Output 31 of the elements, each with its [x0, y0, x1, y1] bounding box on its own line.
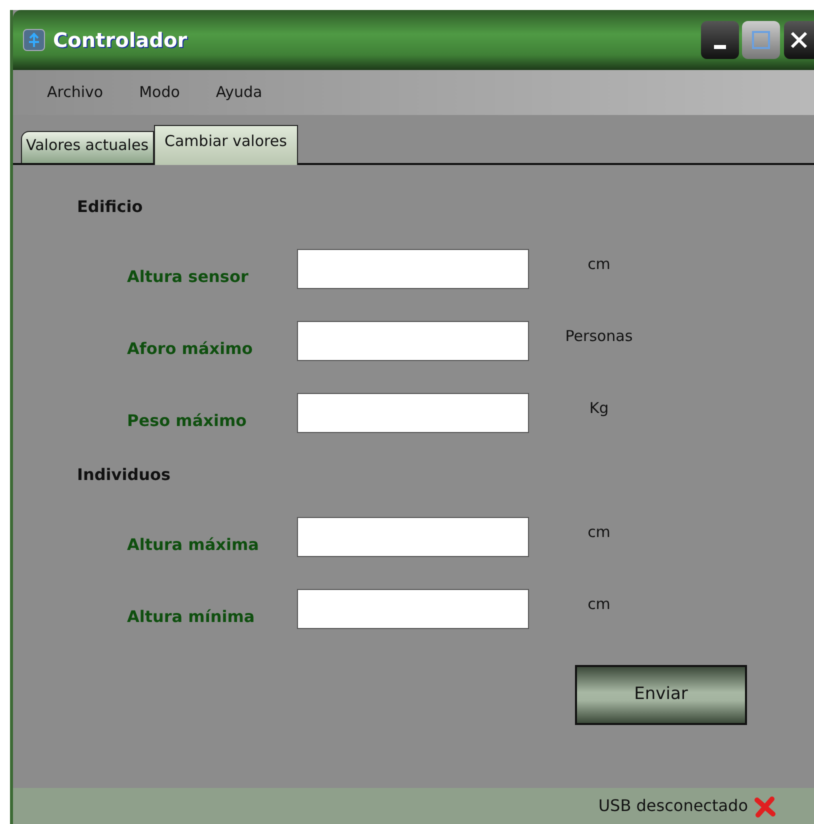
tab[interactable]: Cambiar valores	[154, 125, 298, 165]
unit-label: Personas	[564, 326, 634, 347]
field-label: Aforo máximo	[126, 338, 254, 360]
input-field[interactable]	[297, 321, 529, 361]
submit-button[interactable]: Enviar	[575, 665, 747, 725]
menu-item[interactable]: Ayuda	[216, 81, 262, 104]
close-icon	[789, 30, 809, 50]
field-label: Peso máximo	[126, 410, 248, 432]
tab[interactable]: Valores actuales	[21, 131, 154, 163]
field-label: Altura sensor	[126, 266, 250, 288]
unit-label: cm	[586, 254, 612, 275]
section-heading: Edificio	[77, 196, 144, 218]
unit-label: cm	[586, 594, 612, 615]
menu-item[interactable]: Modo	[139, 81, 180, 104]
menu-item[interactable]: Archivo	[47, 81, 104, 104]
input-field[interactable]	[297, 393, 529, 433]
section-heading: Individuos	[77, 464, 172, 486]
status-text: USB desconectado	[598, 795, 748, 817]
maximize-icon	[751, 30, 772, 50]
unit-label: Kg	[588, 398, 610, 419]
field-label: Altura mínima	[126, 606, 256, 628]
close-button[interactable]	[784, 21, 814, 59]
minimize-icon	[714, 45, 726, 49]
input-field[interactable]	[297, 589, 529, 629]
input-field[interactable]	[297, 517, 529, 557]
input-field[interactable]	[297, 249, 529, 289]
window-title: Controlador	[53, 27, 188, 54]
field-label: Altura máxima	[126, 534, 260, 556]
app-icon	[23, 29, 45, 51]
unit-label: cm	[586, 522, 612, 543]
minimize-button[interactable]	[700, 21, 738, 59]
